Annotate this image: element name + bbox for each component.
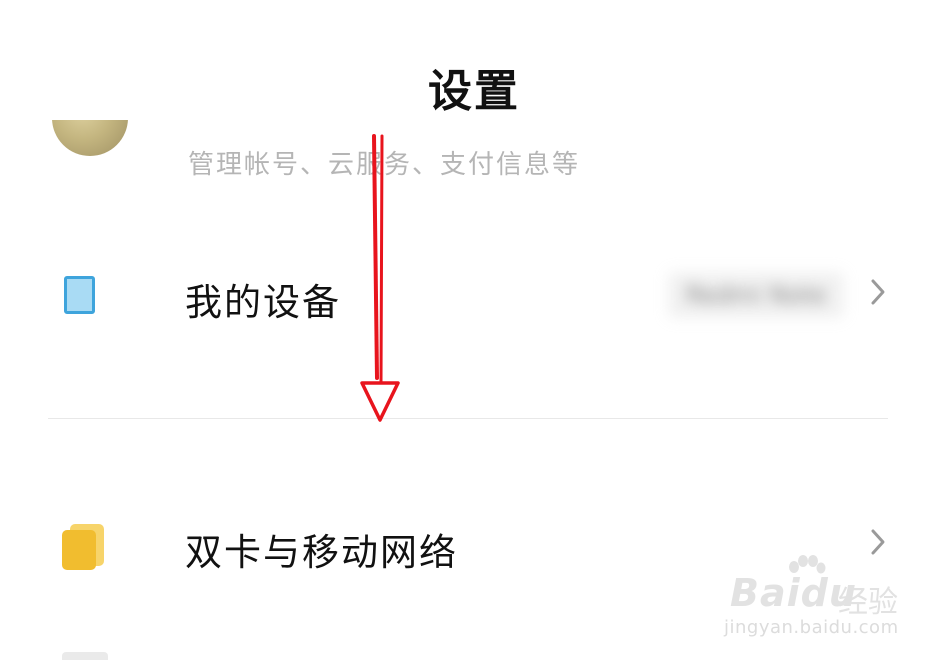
arrow-down-annotation: [360, 134, 400, 422]
divider: [48, 418, 888, 419]
device-model-value: Redmi Note: [668, 272, 844, 318]
baidu-jingyan-watermark: Baidu 经验 jingyan.baidu.com: [722, 555, 932, 650]
paw-icon: [789, 555, 826, 574]
next-item-icon-stub: [62, 652, 108, 660]
chevron-right-icon: [871, 279, 885, 305]
page-title: 设置: [428, 66, 520, 117]
device-icon: [64, 276, 95, 314]
watermark-product: 经验: [838, 585, 898, 620]
settings-item-label: 我的设备: [185, 281, 341, 324]
chevron-right-icon: [871, 529, 885, 555]
account-row[interactable]: 管理帐号、云服务、支付信息等: [0, 120, 948, 200]
avatar: [52, 120, 128, 156]
settings-item-my-device[interactable]: 我的设备 Redmi Note: [0, 250, 948, 340]
watermark-url: jingyan.baidu.com: [724, 617, 899, 638]
sim-card-icon: [60, 524, 106, 570]
settings-item-label: 双卡与移动网络: [185, 531, 458, 574]
